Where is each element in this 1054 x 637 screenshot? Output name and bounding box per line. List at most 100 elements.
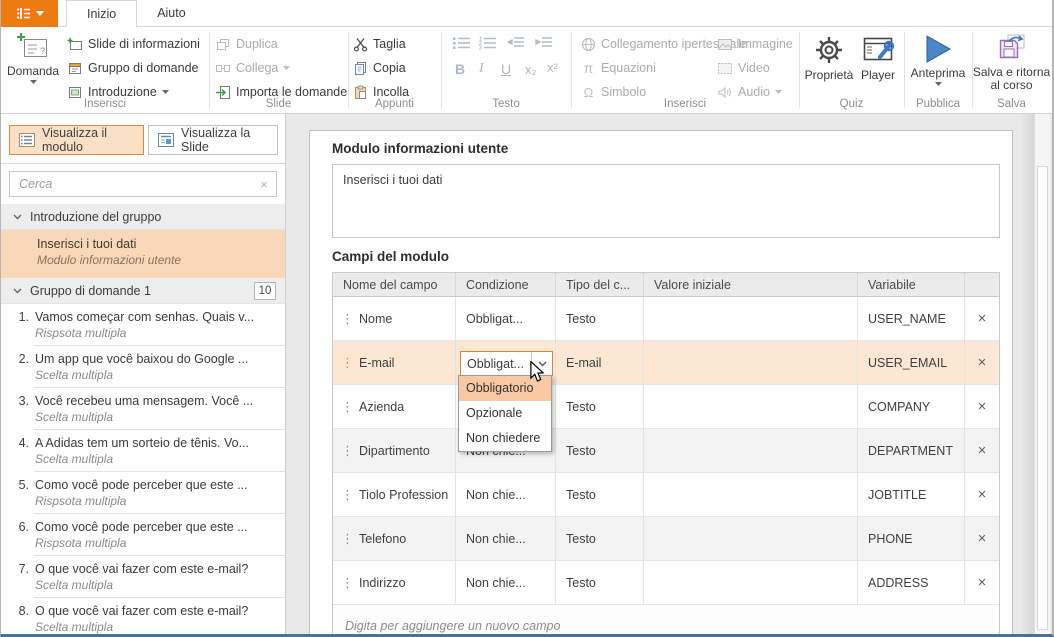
delete-field-button[interactable]: ×: [965, 310, 999, 327]
italic-button[interactable]: I: [479, 61, 484, 77]
view-slide-button[interactable]: Visualizza la Slide: [148, 125, 278, 155]
drag-handle-icon[interactable]: ⋮: [341, 358, 349, 368]
table-row[interactable]: ⋮DipartimentoNon chie...TestoDEPARTMENT×: [333, 429, 999, 473]
field-type[interactable]: E-mail: [556, 341, 644, 384]
view-form-button[interactable]: Visualizza il modulo: [9, 125, 144, 155]
drag-handle-icon[interactable]: ⋮: [341, 402, 349, 412]
search-input[interactable]: [10, 177, 252, 191]
variable-name[interactable]: USER_EMAIL: [858, 341, 965, 384]
add-field-hint[interactable]: Digita per aggiungere un nuovo campo: [333, 605, 999, 634]
column-header[interactable]: [965, 273, 999, 296]
initial-value[interactable]: [644, 385, 858, 428]
condition-value[interactable]: Non chie...: [466, 576, 526, 590]
field-name[interactable]: Nome: [359, 312, 392, 326]
superscript-button[interactable]: x²: [547, 60, 558, 75]
delete-field-button[interactable]: ×: [965, 398, 999, 415]
search-clear-icon[interactable]: ×: [252, 177, 276, 192]
numbered-list-button[interactable]: 123: [479, 36, 497, 50]
sidebar-item-inserisci-dati[interactable]: Inserisci i tuoi dati Modulo informazion…: [1, 230, 285, 278]
dropdown-option[interactable]: Obbligatorio: [459, 376, 551, 401]
subscript-button[interactable]: x₂: [525, 62, 537, 77]
video-button[interactable]: Video: [717, 57, 770, 79]
column-header[interactable]: Condizione: [456, 273, 556, 296]
delete-field-button[interactable]: ×: [965, 354, 999, 371]
drag-handle-icon[interactable]: ⋮: [341, 446, 349, 456]
copia-button[interactable]: Copia: [353, 57, 406, 79]
question-item[interactable]: 8.O que você vai fazer com este e-mail?S…: [1, 598, 285, 634]
field-type[interactable]: Testo: [556, 517, 644, 560]
combobox-dropdown-button[interactable]: [531, 352, 552, 375]
variable-name[interactable]: COMPANY: [858, 385, 965, 428]
initial-value[interactable]: [644, 517, 858, 560]
column-header[interactable]: Valore iniziale: [644, 273, 858, 296]
delete-field-button[interactable]: ×: [965, 530, 999, 547]
field-type[interactable]: Testo: [556, 385, 644, 428]
question-item[interactable]: 1.Vamos começar com senhas. Quais v...Ri…: [1, 304, 285, 346]
tab-aiuto[interactable]: Aiuto: [137, 0, 206, 27]
question-item[interactable]: 3.Você recebeu uma mensagem. Você ...Sce…: [1, 388, 285, 430]
table-row[interactable]: ⋮ Indirizzo Non chie... Testo ADDRESS×: [333, 561, 999, 605]
condition-value[interactable]: Obbligat...: [466, 312, 523, 326]
tree-header-introduzione[interactable]: Introduzione del gruppo: [1, 204, 285, 230]
salva-ritorna-button[interactable]: Salva e ritorna al corso: [972, 30, 1051, 92]
drag-handle-icon[interactable]: ⋮: [341, 490, 349, 500]
field-type[interactable]: Testo: [556, 429, 644, 472]
initial-value[interactable]: [644, 561, 858, 604]
app-menu-button[interactable]: [1, 0, 58, 27]
slide-informazioni-button[interactable]: Slide di informazioni: [67, 33, 200, 55]
column-header[interactable]: Tipo del c...: [556, 273, 644, 296]
increase-indent-button[interactable]: [535, 36, 553, 48]
bold-button[interactable]: B: [455, 61, 465, 77]
drag-handle-icon[interactable]: ⋮: [341, 578, 349, 588]
condition-value[interactable]: Non chie...: [466, 532, 526, 546]
variable-name[interactable]: USER_NAME: [858, 297, 965, 340]
tree-header-gruppo-domande[interactable]: Gruppo di domande 1 10: [1, 278, 285, 304]
vertical-scrollbar[interactable]: [1034, 114, 1050, 634]
dropdown-option[interactable]: Non chiedere: [459, 426, 551, 451]
field-name[interactable]: Indirizzo: [359, 576, 406, 590]
drag-handle-icon[interactable]: ⋮: [341, 314, 349, 324]
table-row[interactable]: ⋮ Azienda Testo COMPANY×: [333, 385, 999, 429]
field-name[interactable]: Telefono: [359, 532, 406, 546]
taglia-button[interactable]: Taglia: [353, 33, 406, 55]
table-row[interactable]: ⋮ Nome Obbligat... Testo USER_NAME×: [333, 297, 999, 341]
table-row[interactable]: ⋮Tiolo ProfessionNon chie...TestoJOBTITL…: [333, 473, 999, 517]
field-name[interactable]: E-mail: [359, 356, 394, 370]
variable-name[interactable]: JOBTITLE: [858, 473, 965, 516]
variable-name[interactable]: DEPARTMENT: [858, 429, 965, 472]
immagine-button[interactable]: Immagine: [717, 33, 793, 55]
dropdown-option[interactable]: Opzionale: [459, 401, 551, 426]
field-type[interactable]: Testo: [556, 561, 644, 604]
initial-value[interactable]: [644, 297, 858, 340]
condition-combobox[interactable]: Obbligat...: [460, 351, 553, 376]
condition-value[interactable]: Non chie...: [466, 488, 526, 502]
variable-name[interactable]: PHONE: [858, 517, 965, 560]
column-header[interactable]: Variabile: [858, 273, 965, 296]
initial-value[interactable]: [644, 341, 858, 384]
bullet-list-button[interactable]: [453, 36, 471, 50]
tab-inizio[interactable]: Inizio: [66, 0, 137, 28]
field-name[interactable]: Dipartimento: [359, 444, 430, 458]
form-description-input[interactable]: Inserisci i tuoi dati: [332, 164, 1000, 238]
player-button[interactable]: Player: [855, 30, 901, 82]
anteprima-button[interactable]: Anteprima: [906, 30, 970, 86]
variable-name[interactable]: ADDRESS: [858, 561, 965, 604]
table-row[interactable]: ⋮ Telefono Non chie... Testo PHONE×: [333, 517, 999, 561]
delete-field-button[interactable]: ×: [965, 574, 999, 591]
scrollbar-thumb[interactable]: [1037, 166, 1048, 630]
field-name[interactable]: Tiolo Profession: [359, 488, 448, 502]
proprieta-button[interactable]: Proprietà: [803, 30, 855, 82]
duplica-button[interactable]: Duplica: [215, 33, 278, 55]
initial-value[interactable]: [644, 429, 858, 472]
initial-value[interactable]: [644, 473, 858, 516]
equazioni-button[interactable]: π Equazioni: [581, 57, 656, 79]
decrease-indent-button[interactable]: [507, 36, 525, 48]
question-item[interactable]: 5.Como você pode perceber que este ...Ri…: [1, 472, 285, 514]
underline-button[interactable]: U: [501, 61, 511, 77]
column-header[interactable]: Nome del campo: [333, 273, 456, 296]
question-item[interactable]: 7.O que você vai fazer com este e-mail?S…: [1, 556, 285, 598]
field-type[interactable]: Testo: [556, 297, 644, 340]
gruppo-domande-button[interactable]: Gruppo di domande: [67, 57, 199, 79]
drag-handle-icon[interactable]: ⋮: [341, 534, 349, 544]
field-name[interactable]: Azienda: [359, 400, 404, 414]
